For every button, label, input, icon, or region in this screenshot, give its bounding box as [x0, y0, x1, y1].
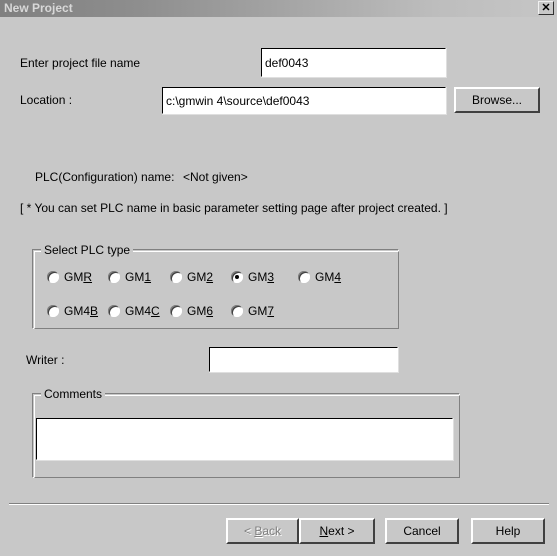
cancel-button[interactable]: Cancel [385, 518, 459, 544]
writer-field-wrap [209, 347, 399, 373]
back-button-label: < Back [243, 524, 282, 538]
cancel-button-label: Cancel [403, 524, 441, 538]
new-project-dialog: New Project ✕ Enter project file name Lo… [0, 0, 557, 556]
help-button-label: Help [495, 524, 521, 538]
next-button[interactable]: Next > [299, 518, 375, 544]
plc-type-radio-label: GM6 [187, 304, 214, 318]
comments-textarea[interactable] [36, 418, 453, 460]
plc-type-radio-label: GM4 [315, 270, 342, 284]
location-label: Location : [20, 93, 73, 107]
project-name-label: Enter project file name [20, 56, 141, 70]
plc-name-hint: [ * You can set PLC name in basic parame… [20, 201, 448, 215]
plc-type-radio-label: GM4B [64, 304, 99, 318]
comments-group-label: Comments [41, 387, 106, 401]
plc-type-radio-label: GM1 [125, 270, 152, 284]
browse-button[interactable]: Browse... [454, 87, 540, 113]
plc-type-radio-label: GM7 [248, 304, 275, 318]
window-title-bar: New Project ✕ [0, 0, 557, 17]
radio-indicator-icon [47, 271, 59, 283]
radio-indicator-icon [170, 271, 182, 283]
radio-indicator-icon [298, 271, 310, 283]
radio-indicator-icon [47, 305, 59, 317]
plc-config-name-label: PLC(Configuration) name: [35, 170, 175, 184]
close-icon[interactable]: ✕ [538, 1, 554, 15]
next-button-label: Next > [319, 524, 355, 538]
project-name-input[interactable] [261, 48, 446, 77]
project-name-field-wrap [261, 48, 447, 78]
comments-field-wrap [36, 418, 454, 461]
writer-input[interactable] [209, 347, 398, 372]
plc-type-radio-label: GMR [64, 270, 93, 284]
writer-label: Writer : [26, 353, 65, 367]
plc-type-group-label: Select PLC type [41, 243, 134, 257]
footer-separator [9, 503, 549, 505]
radio-indicator-icon [170, 305, 182, 317]
radio-indicator-icon [231, 305, 243, 317]
radio-indicator-icon [108, 271, 120, 283]
radio-indicator-icon [108, 305, 120, 317]
radio-indicator-icon [231, 271, 243, 283]
help-button[interactable]: Help [471, 518, 545, 544]
location-input[interactable] [162, 87, 446, 114]
plc-type-radio-label: GM4C [125, 304, 160, 318]
location-field-wrap [162, 87, 447, 115]
plc-type-radio-label: GM3 [248, 270, 275, 284]
plc-type-radio-label: GM2 [187, 270, 214, 284]
back-button[interactable]: < Back [226, 518, 299, 544]
window-title: New Project [4, 1, 73, 15]
plc-config-name-value: <Not given> [183, 170, 248, 184]
